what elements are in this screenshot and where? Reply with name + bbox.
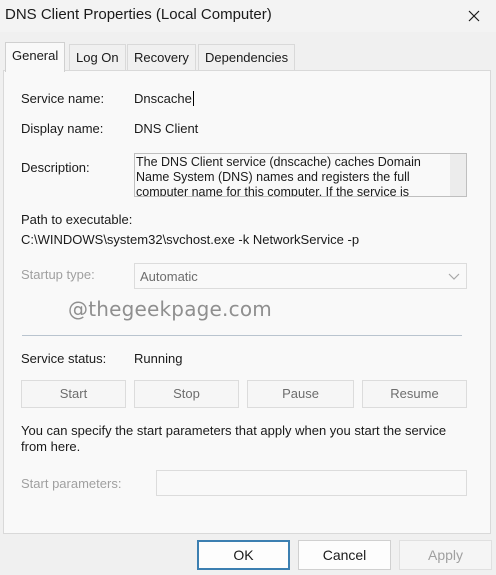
description-text: The DNS Client service (dnscache) caches… — [136, 155, 421, 197]
tab-log-on[interactable]: Log On — [69, 44, 126, 71]
service-status-label: Service status: — [21, 351, 107, 366]
chevron-down-icon — [448, 273, 460, 280]
service-status-value: Running — [134, 351, 183, 366]
tab-general[interactable]: General — [5, 42, 66, 72]
title-bar: DNS Client Properties (Local Computer) — [0, 0, 496, 32]
cancel-button[interactable]: Cancel — [298, 540, 391, 570]
startup-type-select[interactable]: Automatic — [134, 263, 467, 289]
pause-button[interactable]: Pause — [247, 380, 354, 408]
divider — [22, 335, 462, 336]
close-button[interactable] — [452, 0, 496, 32]
general-tab-panel: Service name: Dnscache Display name: DNS… — [3, 70, 491, 534]
path-value[interactable]: C:\WINDOWS\system32\svchost.exe -k Netwo… — [21, 232, 359, 247]
close-icon — [468, 10, 480, 22]
path-label: Path to executable: — [21, 212, 133, 227]
display-name-label: Display name: — [21, 121, 104, 136]
start-params-info: You can specify the start parameters tha… — [21, 423, 447, 454]
tab-recovery[interactable]: Recovery — [127, 44, 196, 71]
description-scrollbar[interactable] — [450, 154, 466, 196]
service-name-text: Dnscache — [134, 91, 192, 106]
start-button[interactable]: Start — [21, 380, 126, 408]
apply-button[interactable]: Apply — [399, 540, 492, 570]
text-cursor — [192, 91, 194, 106]
start-params-label: Start parameters: — [21, 476, 122, 491]
display-name-value[interactable]: DNS Client — [134, 121, 198, 136]
description-field[interactable]: The DNS Client service (dnscache) caches… — [134, 153, 467, 197]
service-name-value[interactable]: Dnscache — [134, 91, 194, 106]
ok-button[interactable]: OK — [197, 540, 290, 570]
watermark: @thegeekpage.com — [68, 297, 272, 321]
start-params-input[interactable] — [156, 470, 467, 496]
startup-type-label: Startup type: — [21, 267, 95, 282]
startup-type-value: Automatic — [140, 269, 198, 284]
resume-button[interactable]: Resume — [362, 380, 467, 408]
description-label: Description: — [21, 160, 90, 175]
stop-button[interactable]: Stop — [134, 380, 239, 408]
service-name-label: Service name: — [21, 91, 105, 106]
tab-dependencies[interactable]: Dependencies — [198, 44, 296, 71]
window-title: DNS Client Properties (Local Computer) — [5, 6, 272, 23]
